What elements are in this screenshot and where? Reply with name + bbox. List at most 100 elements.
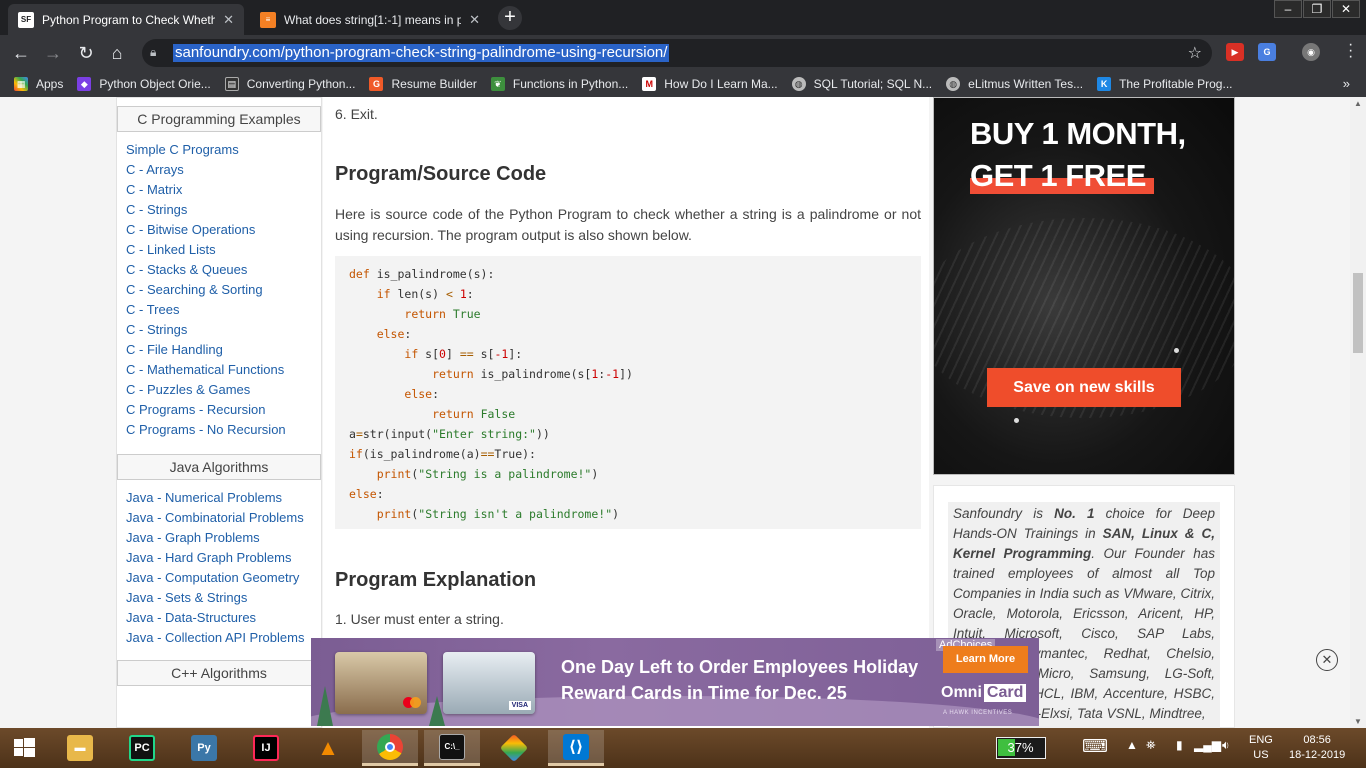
- apps-grid-icon: ▦: [14, 77, 28, 91]
- sidebar-java-link[interactable]: Java - Data-Structures: [126, 608, 321, 628]
- bookmark-sql-tutorial[interactable]: ◍ SQL Tutorial; SQL N...: [791, 77, 932, 91]
- close-ad-icon[interactable]: ✕: [1316, 649, 1338, 671]
- new-tab-button[interactable]: +: [498, 6, 522, 30]
- scroll-up-icon[interactable]: ▲: [1354, 99, 1362, 108]
- extension-red-icon[interactable]: ▶: [1226, 43, 1244, 61]
- bookmark-apps[interactable]: ▦ Apps: [14, 77, 63, 91]
- scrollbar-thumb[interactable]: [1353, 273, 1363, 353]
- sidebar-c-link[interactable]: C - Strings: [126, 320, 321, 340]
- scroll-down-icon[interactable]: ▼: [1354, 717, 1362, 726]
- save-on-new-skills-button[interactable]: Save on new skills: [987, 368, 1181, 407]
- sidebar-c-link[interactable]: C - File Handling: [126, 340, 321, 360]
- about-highlight: SAN, Linux & C,: [1102, 526, 1215, 541]
- back-icon[interactable]: ←: [8, 40, 34, 66]
- taskbar-git[interactable]: [486, 730, 542, 766]
- git-icon: [499, 733, 529, 763]
- sidebar-java-link[interactable]: Java - Collection API Problems: [126, 628, 321, 648]
- sidebar-c-link[interactable]: C Programs - Recursion: [126, 400, 321, 420]
- bookmark-python-oop[interactable]: ◆ Python Object Orie...: [77, 77, 211, 91]
- sidebar-c-link[interactable]: C - Stacks & Queues: [126, 260, 321, 280]
- home-icon[interactable]: ⌂: [104, 40, 130, 66]
- restore-icon[interactable]: ❐: [1303, 0, 1331, 18]
- close-window-icon[interactable]: ✕: [1332, 0, 1360, 18]
- bookmarks-bar: ▦ Apps ◆ Python Object Orie... ▤ Converting…: [0, 71, 1366, 97]
- sanfoundry-favicon-icon: SF: [18, 11, 34, 28]
- sidebar-c-link[interactable]: C - Bitwise Operations: [126, 220, 321, 240]
- omnicard-logo: Omni Card: [941, 684, 1027, 702]
- sidebar-c-link[interactable]: C - Puzzles & Games: [126, 380, 321, 400]
- volume-icon[interactable]: 🔉︎: [1222, 738, 1230, 753]
- omnicard-tagline: A HAWK INCENTIVES: [943, 710, 1013, 716]
- bookmark-learn-ma[interactable]: M How Do I Learn Ma...: [642, 77, 778, 91]
- taskbar-python-installer[interactable]: Py: [176, 730, 232, 766]
- bookmark-profitable-prog[interactable]: K The Profitable Prog...: [1097, 77, 1232, 91]
- sidebar-c-link[interactable]: C - Matrix: [126, 180, 321, 200]
- sidebar-java-link[interactable]: Java - Combinatorial Problems: [126, 508, 321, 528]
- close-tab-icon[interactable]: ✕: [469, 12, 480, 28]
- sidebar-c-link[interactable]: C - Searching & Sorting: [126, 280, 321, 300]
- sidebar-java-link[interactable]: Java - Graph Problems: [126, 528, 321, 548]
- sidebar-c-link[interactable]: C Programs - No Recursion: [126, 420, 321, 440]
- reload-icon[interactable]: ↻: [73, 40, 99, 66]
- battery-indicator[interactable]: 37%: [996, 737, 1046, 759]
- bookmark-elitmus[interactable]: ◍ eLitmus Written Tes...: [946, 77, 1083, 91]
- sidebar-c-link[interactable]: Simple C Programs: [126, 140, 321, 160]
- sidebar-c-link[interactable]: C - Linked Lists: [126, 240, 321, 260]
- visa-logo: VISA: [508, 701, 531, 710]
- sidebar-heading-java: Java Algorithms: [117, 454, 321, 480]
- windows-start-icon[interactable]: [0, 728, 50, 768]
- bookmark-functions-python[interactable]: ❦ Functions in Python...: [490, 77, 628, 91]
- bookmarks-overflow-icon[interactable]: »: [1343, 76, 1350, 91]
- sidebar-c-link[interactable]: C - Mathematical Functions: [126, 360, 321, 380]
- udemy-ad[interactable]: BUY 1 MONTH, GET 1 FREE Save on new skil…: [933, 97, 1235, 475]
- language-indicator[interactable]: ENG US: [1249, 733, 1273, 763]
- bookmark-converting-python[interactable]: ▤ Converting Python...: [224, 77, 355, 91]
- taskbar-intellij[interactable]: IJ: [238, 730, 294, 766]
- address-bar[interactable]: 🔒︎ sanfoundry.com/python-program-check-s…: [142, 39, 1212, 67]
- sidebar-c-link[interactable]: C - Trees: [126, 300, 321, 320]
- sidebar-c-link[interactable]: C - Arrays: [126, 160, 321, 180]
- taskbar-vlc[interactable]: ▲: [300, 730, 356, 766]
- tab-python-palindrome[interactable]: SF Python Program to Check Whether ✕: [8, 4, 244, 35]
- forward-icon[interactable]: →: [40, 40, 66, 66]
- ad-headline-1: BUY 1 MONTH,: [970, 116, 1186, 151]
- touch-keyboard-icon[interactable]: ⌨: [1082, 736, 1108, 757]
- learn-more-button[interactable]: Learn More: [943, 646, 1028, 673]
- bookmark-star-icon[interactable]: ☆: [1188, 43, 1202, 63]
- browser-menu-icon[interactable]: · · ·: [1348, 37, 1354, 65]
- url-text[interactable]: sanfoundry.com/python-program-check-stri…: [173, 44, 670, 62]
- sidebar-java-link[interactable]: Java - Sets & Strings: [126, 588, 321, 608]
- tab-stackoverflow[interactable]: ≡ What does string[1:-1] means in python…: [250, 4, 490, 35]
- sidebar-java-link[interactable]: Java - Hard Graph Problems: [126, 548, 321, 568]
- close-tab-icon[interactable]: ✕: [223, 12, 234, 28]
- code-block[interactable]: def is_palindrome(s): if len(s) < 1: ret…: [335, 256, 921, 529]
- taskbar-command-prompt[interactable]: C:\_: [424, 730, 480, 766]
- page-scrollbar[interactable]: ▲ ▼: [1350, 97, 1366, 728]
- mastercard-icon: [403, 697, 421, 708]
- show-hidden-icons-icon[interactable]: ▲: [1126, 738, 1138, 752]
- about-highlight: No. 1: [1054, 506, 1095, 521]
- profile-avatar-icon[interactable]: ◉: [1302, 43, 1320, 61]
- taskbar-pycharm[interactable]: PC: [114, 730, 170, 766]
- omnicard-banner-ad[interactable]: VISA One Day Left to Order Employees Hol…: [311, 638, 1039, 726]
- network-icon[interactable]: ⛯: [1146, 738, 1156, 753]
- sidebar-c-link[interactable]: C - Strings: [126, 200, 321, 220]
- google-translate-icon[interactable]: G: [1258, 43, 1276, 61]
- sidebar-java-link[interactable]: Java - Computation Geometry: [126, 568, 321, 588]
- python-icon: Py: [191, 735, 217, 761]
- about-highlight: Kernel Programming: [953, 546, 1092, 561]
- intellij-icon: IJ: [253, 735, 279, 761]
- lock-icon: 🔒︎: [150, 45, 157, 59]
- taskbar-file-explorer[interactable]: ▬: [52, 730, 108, 766]
- sidebar-java-link[interactable]: Java - Numerical Problems: [126, 488, 321, 508]
- minimize-icon[interactable]: –: [1274, 0, 1302, 18]
- bookmark-resume-builder[interactable]: G Resume Builder: [369, 77, 477, 91]
- battery-tray-icon[interactable]: ▮: [1176, 738, 1183, 752]
- wifi-signal-icon[interactable]: ▂▄▆: [1194, 738, 1221, 752]
- taskbar-vscode[interactable]: ⟨⟩: [548, 730, 604, 766]
- source-intro-text: Here is source code of the Python Progra…: [335, 206, 921, 243]
- banner-headline: One Day Left to Order Employees Holiday …: [561, 657, 919, 703]
- globe-icon: ◍: [946, 77, 961, 91]
- taskbar-chrome[interactable]: [362, 730, 418, 766]
- clock[interactable]: 08:56 18-12-2019: [1289, 733, 1345, 763]
